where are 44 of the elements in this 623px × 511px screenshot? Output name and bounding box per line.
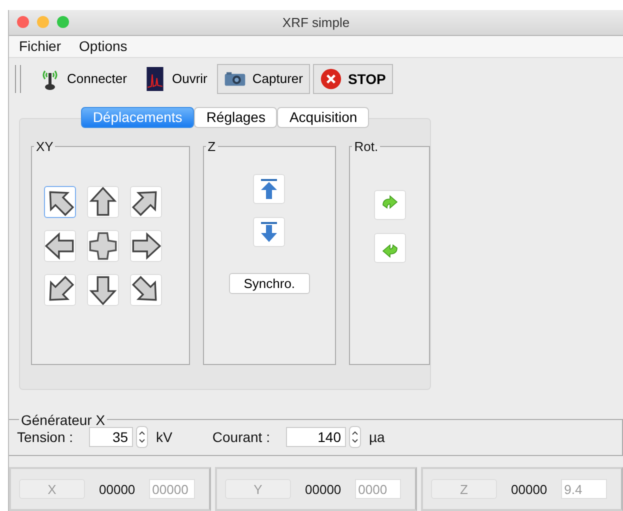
rotate-button[interactable] (374, 232, 406, 263)
spinner-arrows[interactable] (136, 426, 148, 448)
menu-item[interactable]: Options (79, 38, 128, 54)
toolbar-button[interactable]: Connecter (32, 64, 134, 94)
rotate-button[interactable] (374, 190, 406, 220)
position-reading: 00000 (305, 482, 342, 496)
spinner-field[interactable]: 140 (286, 426, 346, 447)
field-label: Tension : (17, 428, 74, 445)
arrow-down-to-line-icon (259, 220, 280, 243)
z-move-button[interactable] (253, 216, 286, 247)
tab[interactable]: Acquisition (277, 106, 370, 128)
tab[interactable]: Réglages (194, 106, 278, 128)
window-title: XRF simple (282, 14, 350, 30)
spinner-arrows[interactable] (348, 426, 361, 448)
position-reading: 00000 (511, 482, 548, 496)
move-button[interactable] (87, 230, 119, 262)
move-button[interactable] (130, 274, 162, 306)
menu-item[interactable]: Fichier (19, 38, 62, 54)
move-button[interactable] (87, 186, 119, 218)
move-button[interactable] (44, 274, 76, 306)
move-button[interactable] (87, 274, 119, 306)
arrow-icon (88, 274, 118, 305)
arrow-icon (131, 230, 161, 261)
unit-label: µa (368, 428, 385, 445)
toolbar-button[interactable]: STOP (312, 64, 393, 94)
arrow-icon (45, 230, 75, 261)
stop-cross-icon (88, 230, 118, 261)
generator-group: Générateur X Tension : 35 kV Courant : 140 µa (9, 412, 623, 456)
toolbar-button[interactable]: Capturer (217, 64, 310, 94)
synchro-button[interactable]: Synchro. (228, 272, 310, 294)
field-label: Courant : (212, 428, 270, 445)
toolbar-button[interactable]: Ouvrir (136, 64, 214, 94)
move-button[interactable] (44, 230, 76, 262)
arrow-up-to-line-icon (259, 178, 280, 200)
z-move-button[interactable] (253, 174, 286, 204)
spinner-field[interactable]: 35 (89, 426, 134, 447)
arrow-icon (88, 186, 118, 217)
unit-label: kV (156, 428, 172, 445)
move-button[interactable] (44, 186, 76, 218)
move-button[interactable] (130, 186, 162, 218)
close-icon (320, 66, 342, 91)
move-button[interactable] (130, 230, 162, 262)
spectrum-chart-icon (144, 66, 166, 91)
position-reading: 00000 (99, 482, 136, 496)
